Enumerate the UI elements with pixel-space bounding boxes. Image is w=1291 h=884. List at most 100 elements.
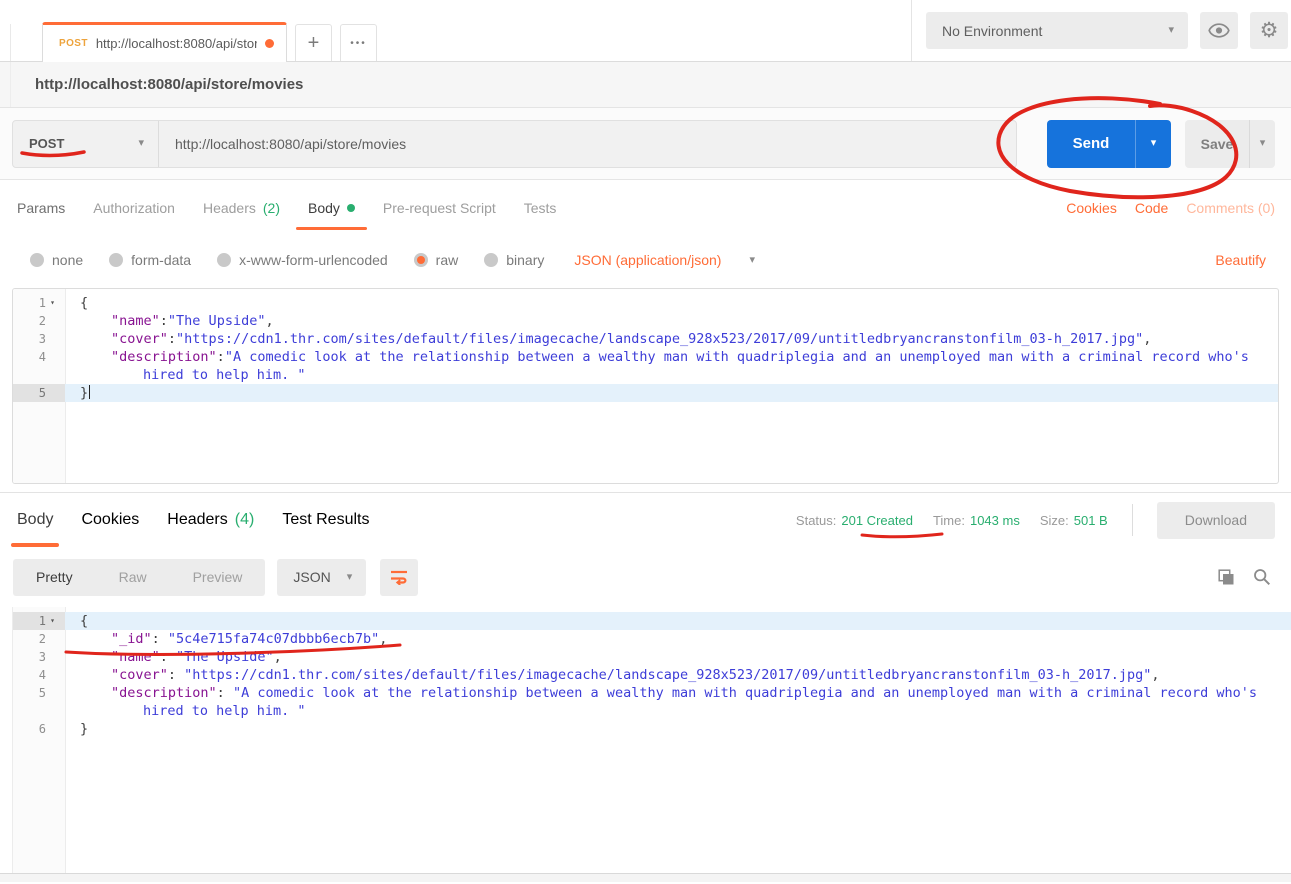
url-input[interactable]: http://localhost:8080/api/store/movies	[159, 121, 1016, 167]
chevron-down-icon: ▾	[1151, 138, 1157, 149]
request-body-editor[interactable]: 1▾ { 2 "name":"The Upside", 3 "cover":"h…	[12, 288, 1279, 484]
radio-raw-label: raw	[436, 252, 459, 268]
tab-pre-request-script[interactable]: Pre-request Script	[383, 180, 496, 235]
line-number: 5	[32, 684, 46, 702]
line-number: 4	[32, 666, 46, 684]
tab-url-label: http://localhost:8080/api/store/	[96, 36, 257, 51]
json-key: "name"	[111, 649, 160, 665]
radio-raw[interactable]: raw	[414, 252, 459, 268]
method-selector[interactable]: POST ▾	[13, 121, 159, 167]
tab-params[interactable]: Params	[17, 180, 65, 235]
request-tab[interactable]: POST http://localhost:8080/api/store/	[42, 22, 287, 62]
code-text: {	[80, 613, 88, 629]
response-tab-headers-label: Headers	[167, 511, 227, 529]
request-links: Cookies Code Comments (0)	[1066, 200, 1275, 216]
response-tab-cookies[interactable]: Cookies	[81, 493, 139, 547]
radio-circle-icon	[217, 253, 231, 267]
code-link[interactable]: Code	[1135, 200, 1168, 216]
json-key: "name"	[111, 313, 160, 329]
radio-circle-icon	[30, 253, 44, 267]
settings-button[interactable]: ⚙	[1250, 12, 1288, 49]
response-format-value: JSON	[293, 569, 330, 585]
cookies-link[interactable]: Cookies	[1066, 200, 1117, 216]
postman-app: POST http://localhost:8080/api/store/ + …	[0, 0, 1291, 884]
view-raw-button[interactable]: Raw	[96, 569, 170, 585]
search-icon[interactable]	[1253, 568, 1271, 586]
window-bottom-strip	[0, 873, 1291, 882]
radio-binary[interactable]: binary	[484, 252, 544, 268]
status-value: 201 Created	[841, 513, 913, 528]
size-value: 501 B	[1074, 513, 1108, 528]
code-line: 3 "cover":"https://cdn1.thr.com/sites/de…	[13, 330, 1278, 348]
code-line: 4 "cover": "https://cdn1.thr.com/sites/d…	[13, 666, 1291, 684]
divider	[1132, 504, 1133, 536]
word-wrap-button[interactable]	[380, 559, 418, 596]
code-line: 2 "_id": "5c4e715fa74c07dbbb6ecb7b",	[13, 630, 1291, 648]
radio-x-www-form-urlencoded[interactable]: x-www-form-urlencoded	[217, 252, 388, 268]
copy-icon[interactable]	[1218, 569, 1235, 586]
save-button[interactable]: Save	[1185, 120, 1249, 168]
size-label: Size:	[1040, 513, 1069, 528]
json-value: "The Upside"	[176, 649, 274, 665]
tab-method-label: POST	[59, 38, 88, 49]
save-options-button[interactable]: ▾	[1249, 120, 1275, 168]
content-type-selector[interactable]: JSON (application/json) ▾	[574, 252, 755, 268]
line-number: 2	[32, 630, 46, 648]
response-tab-body[interactable]: Body	[17, 493, 53, 547]
environment-selector[interactable]: No Environment ▾	[926, 12, 1188, 49]
json-key: "_id"	[111, 631, 152, 647]
tab-params-label: Params	[17, 200, 65, 216]
tab-headers[interactable]: Headers (2)	[203, 180, 280, 235]
tab-options-button[interactable]: •••	[340, 24, 377, 61]
status-label: Status:	[796, 513, 836, 528]
response-view-switch: Pretty Raw Preview	[13, 559, 265, 596]
radio-form-data[interactable]: form-data	[109, 252, 191, 268]
body-type-row: none form-data x-www-form-urlencoded raw…	[0, 235, 1291, 285]
time-label: Time:	[933, 513, 965, 528]
line-number: 3	[32, 648, 46, 666]
method-selector-value: POST	[29, 136, 64, 151]
send-button[interactable]: Send	[1047, 120, 1135, 168]
beautify-link[interactable]: Beautify	[1215, 252, 1266, 268]
view-preview-button[interactable]: Preview	[170, 569, 266, 585]
code-line-wrap: hired to help him. "	[13, 702, 1291, 720]
json-key: "cover"	[111, 667, 168, 683]
line-number: 2	[32, 312, 46, 330]
tab-tests[interactable]: Tests	[524, 180, 557, 235]
line-number: 4	[32, 348, 46, 366]
send-options-button[interactable]: ▾	[1135, 120, 1171, 168]
line-number: 6	[32, 720, 46, 738]
json-value: "5c4e715fa74c07dbbb6ecb7b"	[168, 631, 379, 647]
radio-urlencoded-label: x-www-form-urlencoded	[239, 252, 388, 268]
download-button[interactable]: Download	[1157, 502, 1275, 539]
chevron-down-icon: ▾	[749, 255, 755, 266]
fold-caret-icon[interactable]: ▾	[46, 612, 59, 630]
content-type-value: JSON (application/json)	[574, 252, 721, 268]
unsaved-changes-dot	[265, 39, 274, 48]
code-text: }	[80, 385, 88, 401]
send-button-group: Send ▾	[1047, 120, 1171, 168]
response-tab-body-label: Body	[17, 511, 53, 529]
tab-body[interactable]: Body	[308, 180, 355, 235]
comments-link[interactable]: Comments (0)	[1186, 200, 1275, 216]
environment-quick-look-button[interactable]	[1200, 12, 1238, 49]
json-key: "description"	[111, 349, 217, 365]
response-tab-headers[interactable]: Headers (4)	[167, 493, 254, 547]
radio-circle-icon	[484, 253, 498, 267]
response-headers-count-badge: (4)	[235, 511, 255, 529]
line-number: 1	[32, 294, 46, 312]
radio-none[interactable]: none	[30, 252, 83, 268]
response-tab-test-results-label: Test Results	[282, 511, 369, 529]
view-pretty-button[interactable]: Pretty	[13, 569, 96, 585]
response-format-selector[interactable]: JSON ▾	[277, 559, 366, 596]
response-body-editor[interactable]: 1▾ { 2 "_id": "5c4e715fa74c07dbbb6ecb7b"…	[12, 607, 1291, 873]
fold-caret-icon[interactable]: ▾	[46, 294, 59, 312]
json-value: hired to help him. "	[143, 367, 306, 383]
code-text: }	[80, 721, 88, 737]
save-button-group: Save ▾	[1185, 120, 1275, 168]
new-tab-button[interactable]: +	[295, 24, 332, 61]
response-tab-test-results[interactable]: Test Results	[282, 493, 369, 547]
json-value: "https://cdn1.thr.com/sites/default/file…	[176, 331, 1143, 347]
code-line: 5 }	[13, 384, 1278, 402]
tab-authorization[interactable]: Authorization	[93, 180, 175, 235]
